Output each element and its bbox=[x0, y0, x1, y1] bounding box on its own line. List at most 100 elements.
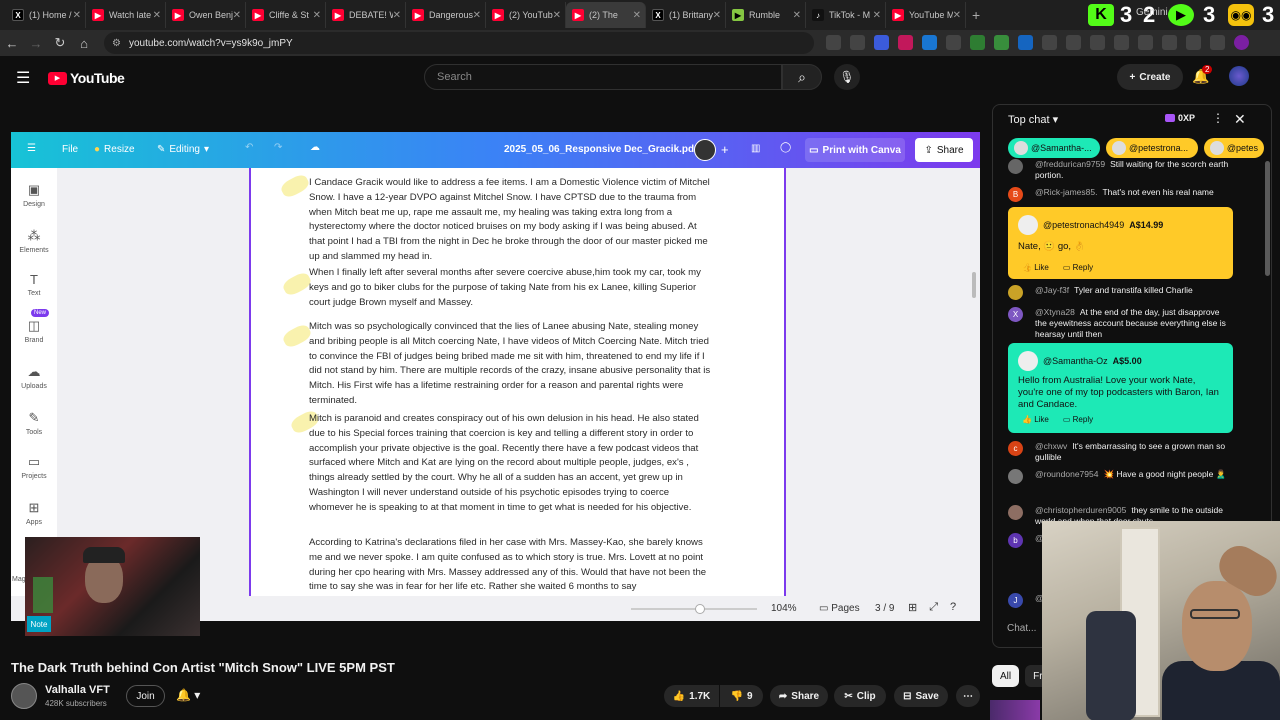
grid-view-icon[interactable]: ⊞ bbox=[908, 601, 917, 614]
collaborator-avatar[interactable] bbox=[694, 139, 716, 161]
account-avatar[interactable] bbox=[1229, 66, 1249, 86]
close-tab-icon[interactable]: ✕ bbox=[313, 10, 321, 21]
home-icon[interactable]: ⌂ bbox=[72, 36, 96, 51]
extensions-puzzle-icon[interactable] bbox=[1066, 35, 1081, 50]
microphone-icon[interactable]: 🎙 bbox=[834, 64, 860, 90]
chat-username[interactable]: @Jay-f3f bbox=[1035, 285, 1069, 295]
sidebar-icon[interactable] bbox=[1162, 35, 1177, 50]
chat-username[interactable]: @freddurican9759 bbox=[1035, 159, 1105, 169]
close-tab-icon[interactable]: ✕ bbox=[953, 10, 961, 21]
face-extension-icon[interactable]: ◉◉ bbox=[1228, 4, 1254, 26]
undo-icon[interactable]: ↶ bbox=[245, 142, 253, 153]
kick-extension-icon[interactable]: K bbox=[1088, 4, 1114, 26]
zoom-slider-handle[interactable] bbox=[695, 604, 706, 614]
extension-icon[interactable] bbox=[1018, 35, 1033, 50]
extension-icon[interactable] bbox=[994, 35, 1009, 50]
close-chat-icon[interactable]: ✕ bbox=[1234, 111, 1246, 128]
close-tab-icon[interactable]: ✕ bbox=[873, 10, 881, 21]
gemini-label[interactable]: Gemini bbox=[1136, 7, 1168, 18]
reload-icon[interactable]: ↻ bbox=[48, 35, 72, 51]
guide-menu-icon[interactable]: ☰ bbox=[16, 68, 30, 88]
chat-username[interactable]: @Xtyna28 bbox=[1035, 307, 1075, 317]
browser-tab[interactable]: ▶ DEBATE! W ✕ bbox=[326, 2, 406, 28]
search-input[interactable]: Search bbox=[424, 64, 782, 90]
chat-message[interactable]: c @chxwv It's embarrassing to see a grown … bbox=[1008, 441, 1233, 463]
reply-super-chat-button[interactable]: ▭ Reply bbox=[1063, 415, 1093, 424]
ticker-item[interactable]: @Samantha-... bbox=[1008, 138, 1100, 158]
extension-icon[interactable] bbox=[874, 35, 889, 50]
play-extension-icon[interactable]: ▶ bbox=[1168, 4, 1194, 26]
related-video-thumbnail[interactable] bbox=[990, 700, 1040, 720]
close-tab-icon[interactable]: ✕ bbox=[393, 10, 401, 21]
rail-item-apps[interactable]: ⊞ Apps bbox=[11, 500, 57, 526]
rail-item-design[interactable]: ▣ Design bbox=[11, 182, 57, 208]
close-tab-icon[interactable]: ✕ bbox=[713, 10, 721, 21]
browser-tab[interactable]: X (1) Brittany ✕ bbox=[646, 2, 726, 28]
cloud-saved-icon[interactable]: ☁ bbox=[310, 142, 320, 153]
browser-tab[interactable]: X (1) Home / ✕ bbox=[6, 2, 86, 28]
devtools-icon[interactable] bbox=[1138, 35, 1153, 50]
chat-username[interactable]: @chxwv bbox=[1035, 441, 1067, 451]
cast-icon[interactable] bbox=[826, 35, 841, 50]
rail-item-tools[interactable]: ✎ Tools bbox=[11, 410, 57, 436]
browser-tab[interactable]: ▶ Cliffe & St ✕ bbox=[246, 2, 326, 28]
super-chat[interactable]: @Samantha-Oz A$5.00 Hello from Australia! … bbox=[1008, 343, 1233, 433]
bookmark-star-icon[interactable] bbox=[850, 35, 865, 50]
extension-icon[interactable] bbox=[1186, 35, 1201, 50]
like-button[interactable]: 👍 1.7K bbox=[664, 685, 719, 707]
dislike-button[interactable]: 👎 9 bbox=[720, 685, 763, 707]
forward-icon[interactable]: → bbox=[24, 36, 48, 51]
chat-message[interactable]: @freddurican9759 Still waiting for the sc… bbox=[1008, 159, 1233, 181]
more-actions-icon[interactable]: ⋯ bbox=[956, 685, 980, 707]
channel-avatar[interactable] bbox=[11, 683, 37, 709]
help-icon[interactable]: ? bbox=[950, 601, 956, 614]
like-super-chat-button[interactable]: 👍 Like bbox=[1022, 415, 1049, 424]
browser-tab[interactable]: ▶ Watch late ✕ bbox=[86, 2, 166, 28]
url-field[interactable]: ⚙ youtube.com/watch?v=ys9k9o_jmPY bbox=[104, 32, 814, 54]
super-chat-username[interactable]: @petestronach4949 bbox=[1043, 220, 1124, 230]
back-icon[interactable]: ← bbox=[0, 36, 24, 51]
history-icon[interactable] bbox=[1090, 35, 1105, 50]
reply-super-chat-button[interactable]: ▭ Reply bbox=[1063, 263, 1093, 272]
document-scrollbar[interactable] bbox=[972, 272, 976, 298]
insights-chart-icon[interactable]: ▥ bbox=[751, 143, 760, 154]
share-button[interactable]: ⇪ Share bbox=[915, 138, 973, 162]
close-tab-icon[interactable]: ✕ bbox=[793, 10, 801, 21]
browser-tab[interactable]: ♪ TikTok - M ✕ bbox=[806, 2, 886, 28]
rail-item-brand[interactable]: ◫ Brand bbox=[11, 318, 57, 344]
chat-message[interactable]: @roundone7954 💥 Have a good night people … bbox=[1008, 469, 1233, 484]
resize-button[interactable]: ● Resize bbox=[94, 144, 135, 155]
chat-message[interactable]: @Jay-f3f Tyler and transtifa killed Charl… bbox=[1008, 285, 1233, 300]
search-icon[interactable]: ⌕ bbox=[782, 64, 822, 90]
profile-avatar[interactable] bbox=[1234, 35, 1249, 50]
rail-item-projects[interactable]: ▭ Projects bbox=[11, 454, 57, 480]
rail-item-text[interactable]: T Text bbox=[11, 272, 57, 297]
add-collaborator-icon[interactable]: + bbox=[721, 142, 729, 157]
close-tab-icon[interactable]: ✕ bbox=[553, 10, 561, 21]
print-with-canva-button[interactable]: ▭ Print with Canva bbox=[805, 138, 905, 162]
zoom-level[interactable]: 104% bbox=[771, 603, 797, 614]
xp-badge[interactable]: 0XP bbox=[1165, 113, 1195, 123]
chat-message[interactable]: B @Rick-james85. That's not even his real … bbox=[1008, 187, 1233, 202]
comment-icon[interactable]: ◯ bbox=[780, 142, 791, 153]
browser-tab[interactable]: ▶ (2) YouTub ✕ bbox=[486, 2, 566, 28]
close-tab-icon[interactable]: ✕ bbox=[233, 10, 241, 21]
pdf-page[interactable]: I Candace Gracik would like to address a… bbox=[249, 168, 786, 596]
channel-name[interactable]: Valhalla VFT bbox=[45, 684, 110, 696]
browser-tab[interactable]: ▶ YouTube M ✕ bbox=[886, 2, 966, 28]
browser-tab[interactable]: ▶ (2) The ✕ bbox=[566, 2, 646, 28]
chip-all[interactable]: All bbox=[992, 665, 1020, 687]
top-chat-dropdown[interactable]: Top chat ▾ bbox=[1008, 113, 1058, 126]
youtube-logo[interactable]: ▶ YouTube bbox=[48, 70, 125, 86]
site-info-icon[interactable]: ⚙ bbox=[112, 38, 121, 49]
extension-icon[interactable] bbox=[922, 35, 937, 50]
extension-icon[interactable] bbox=[946, 35, 961, 50]
redo-icon[interactable]: ↷ bbox=[274, 142, 282, 153]
join-button[interactable]: Join bbox=[126, 685, 165, 707]
editing-dropdown[interactable]: ✎ Editing ▾ bbox=[157, 144, 209, 155]
chat-message[interactable]: X @Xtyna28 At the end of the day, just dis… bbox=[1008, 307, 1233, 340]
super-chat-username[interactable]: @Samantha-Oz bbox=[1043, 356, 1108, 366]
rail-item-elements[interactable]: ⁂ Elements bbox=[11, 228, 57, 254]
chat-username[interactable]: @Rick-james85. bbox=[1035, 187, 1097, 197]
chat-username[interactable]: @christopherduren9005 bbox=[1035, 505, 1126, 515]
